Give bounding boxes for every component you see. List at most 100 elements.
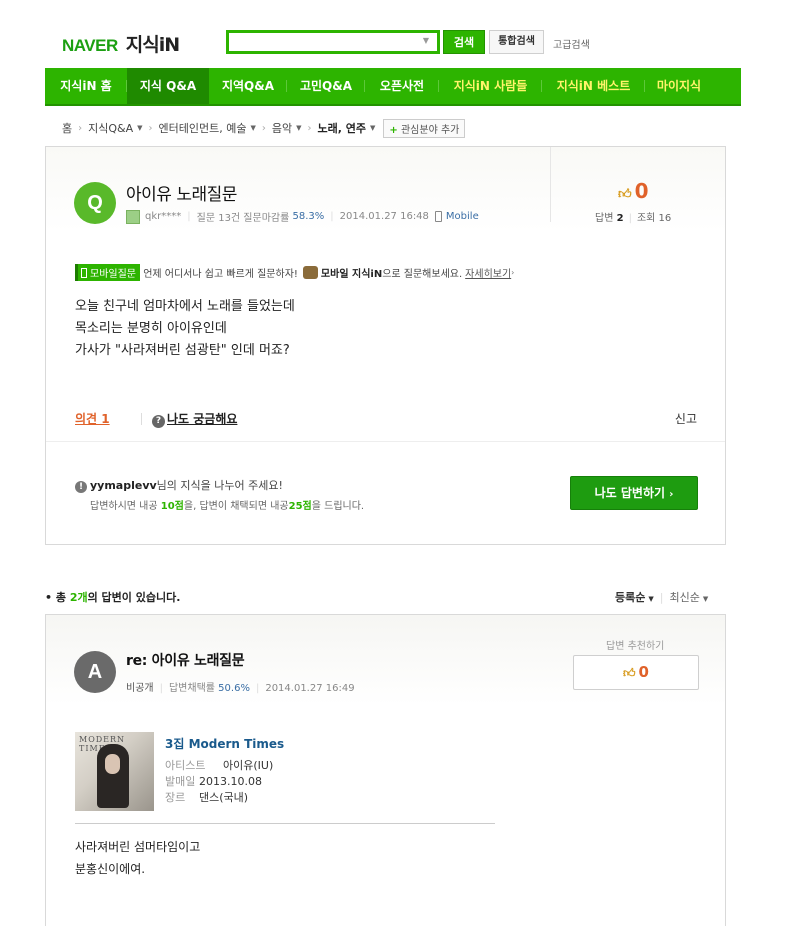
nav-item-my[interactable]: 마이지식 [645,68,713,104]
question-counts: 답변 2 | 조회 16 [595,209,671,224]
nav-item-label: 오픈사전 [379,79,425,93]
question-body-line: 오늘 친구네 엄마차에서 노래를 들었는데 [75,299,295,314]
search-input[interactable] [229,33,415,51]
answer-datetime: 2014.01.27 16:49 [265,683,355,694]
add-interest-label: 관심분야 추가 [400,124,460,136]
opinion-link[interactable]: 의견 1 [75,410,110,427]
question-author[interactable]: qkr**** [145,211,181,222]
mobile-label: Mobile [445,211,479,222]
search-button[interactable]: 검색 [443,30,485,54]
caret-down-icon: ▼ [137,124,143,132]
question-body-line: 가사가 "사라져버린 섬광탄" 인데 머죠? [75,343,290,358]
thumbs-up-icon: 👍︎ [623,666,636,680]
caret-down-icon: ▼ [702,595,709,603]
plus-icon: + [389,124,398,136]
user-icon [126,209,140,224]
jisikin-logo[interactable]: 지식iN [126,30,180,57]
breadcrumb-entertainment[interactable]: 엔터테인먼트, 예술 ▼ [159,120,256,136]
write-answer-button[interactable]: 나도 답변하기 › [570,476,698,510]
mobile-banner-text2: 으로 질문해보세요. [382,269,463,280]
naver-jisikin-logo[interactable]: NAVER 지식iN [62,30,180,57]
nav-item-qna[interactable]: 지식 Q&A [127,68,209,104]
recommend-label: 답변 추천하기 [606,641,665,652]
nav-item-people[interactable]: 지식iN 사람들 [439,68,542,104]
question-like-count: 👍︎ 0 [618,179,649,203]
breadcrumb-music[interactable]: 음악 ▼ [272,120,302,136]
nav-item-local-qna[interactable]: 지역Q&A [209,68,287,104]
advanced-search-link[interactable]: 고급검색 [553,36,590,51]
answer-body: 사라져버린 섬머타임이고 분홍신이에여. [75,836,200,880]
divider [75,823,495,824]
curious-button[interactable]: ? 나도 궁금해요 [152,410,237,428]
nav-item-best[interactable]: 지식iN 베스트 [542,68,645,104]
points-value: 10점 [160,501,184,512]
sort-registered[interactable]: 등록순 ▼ [615,591,654,604]
question-title: 아이유 노래질문 [126,185,237,205]
nav-item-label: 지식iN 베스트 [556,79,631,93]
sort-latest[interactable]: 최신순 ▼ [669,591,708,604]
nav-item-home[interactable]: 지식iN 홈 [45,68,127,104]
mobile-jisikin-label: 모바일 지식iN [320,269,383,280]
owl-icon [302,266,318,279]
album-cover-image[interactable]: MODERN TIMES [75,732,154,811]
breadcrumb-qna[interactable]: 지식Q&A ▼ [88,120,142,136]
close-rate: 58.3% [292,211,325,222]
views-count: 16 [658,213,672,224]
divider: | [628,213,632,224]
question-body: 오늘 친구네 엄마차에서 노래를 들었는데 목소리는 분명히 아이유인데 가사가… [75,296,295,362]
release-value: 2013.10.08 [199,775,262,788]
mobile-phone-icon [81,268,87,278]
answer-count-suffix: 의 답변이 있습니다. [87,591,181,604]
breadcrumb-home[interactable]: 홈 [62,120,72,136]
mobile-banner: 모바일질문 언제 어디서나 쉽고 빠르게 질문하자! 모바일 지식iN 으로 질문… [75,264,514,281]
question-actions: 의견 1 ? 나도 궁금해요 신고 [75,410,697,430]
chevron-right-icon: › [148,122,153,134]
answer-author: 비공개 [126,683,154,694]
search-dropdown-icon[interactable]: ▼ [423,36,429,45]
answer-count-heading: • 총 2개의 답변이 있습니다. [45,591,181,604]
answer-count-prefix: 총 [55,591,70,604]
mobile-banner-text: 언제 어디서나 쉽고 빠르게 질문하자! [143,269,298,280]
question-mark-icon: ? [152,415,165,428]
points-text: 답변하시면 내공 [90,501,161,512]
nav-item-worry-qna[interactable]: 고민Q&A [287,68,365,104]
header: NAVER 지식iN ▼ 검색 통합검색 고급검색 [0,0,803,66]
breadcrumb-label: 엔터테인먼트, 예술 [158,122,247,135]
nav-item-open-dict[interactable]: 오픈사전 [365,68,439,104]
points-text: 을 드립니다. [311,501,365,512]
artist-value[interactable]: 아이유(IU) [223,759,273,772]
answer-title: re: 아이유 노래질문 [126,653,245,669]
nav-item-label: 고민Q&A [299,79,353,93]
caret-down-icon: ▼ [648,595,654,603]
answer-body-line: 분홍신이에여. [75,862,146,876]
chevron-right-icon: › [511,268,515,277]
answer-body-line: 사라져버린 섬머타임이고 [75,840,201,854]
points-info: 답변하시면 내공 10점을, 답변이 채택되면 내공25점을 드립니다. [90,497,364,512]
recommend-button[interactable]: 👍︎ 0 [573,655,699,690]
points-value: 25점 [288,501,312,512]
curious-label: 나도 궁금해요 [167,412,238,426]
question-datetime: 2014.01.27 16:48 [339,211,429,222]
breadcrumb-current[interactable]: 노래, 연주 ▼ [318,120,376,136]
adopt-rate: 50.6% [218,683,250,694]
mobile-question-badge: 모바일질문 [75,264,140,281]
album-title-link[interactable]: 3집 Modern Times [165,735,284,752]
caret-down-icon: ▼ [250,124,256,132]
naver-logo[interactable]: NAVER [62,36,118,56]
caret-down-icon: ▼ [296,124,302,132]
divider: | [659,591,664,604]
more-info-link[interactable]: 자세히보기 [465,265,511,280]
album-info: 아티스트 아이유(IU) 발매일 2013.10.08 장르 댄스(국내) [165,758,273,806]
share-text: 님의 지식을 나누어 주세요! [156,479,283,492]
total-search-button[interactable]: 통합검색 [489,30,544,54]
report-link[interactable]: 신고 [675,410,697,427]
nav-item-label: 지식 Q&A [139,79,197,93]
share-user: yymaplevv [90,479,157,492]
add-interest-button[interactable]: + 관심분야 추가 [383,118,466,138]
breadcrumb: 홈 › 지식Q&A ▼ › 엔터테인먼트, 예술 ▼ › 음악 ▼ › 노래, 연주 ▼… [62,118,466,138]
divider [46,441,725,442]
genre-value: 댄스(국내) [199,791,249,804]
chevron-right-icon: › [78,122,83,134]
mobile-phone-icon [434,211,442,222]
views-label: 조회 [636,213,656,224]
